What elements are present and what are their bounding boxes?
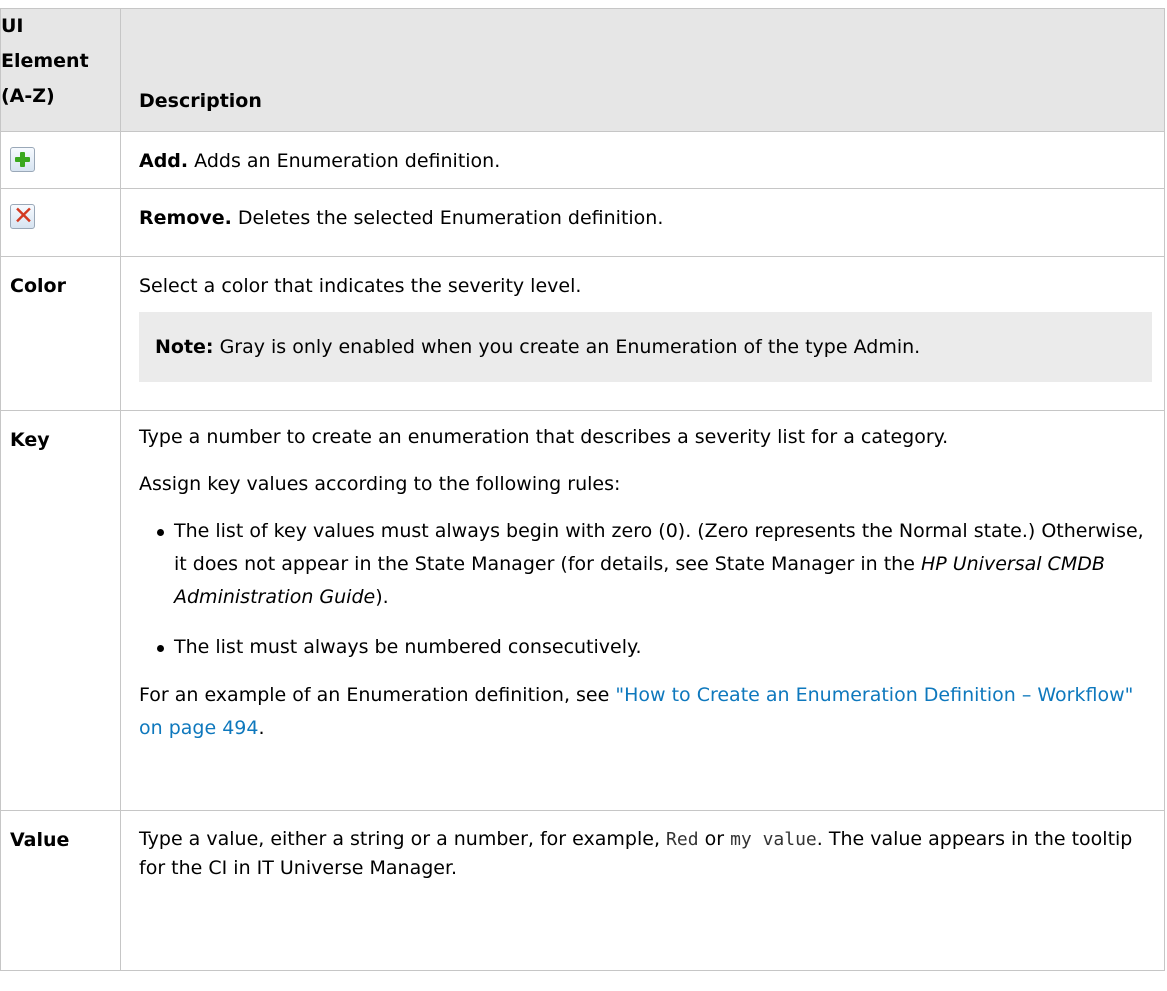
key-description: Type a number to create an enumeration t… bbox=[120, 410, 1165, 811]
example-end: . bbox=[258, 717, 265, 739]
value-description: Type a value, either a string or a numbe… bbox=[120, 810, 1165, 971]
header-description: Description bbox=[120, 8, 1165, 132]
add-description: Add. Adds an Enumeration definition. bbox=[120, 131, 1165, 189]
add-title: Add. bbox=[139, 150, 189, 172]
remove-icon: ✕ bbox=[10, 202, 35, 230]
key-label: Key bbox=[0, 410, 121, 811]
table-row-color: Color Select a color that indicates the … bbox=[0, 256, 1165, 411]
bullet2-text: The list must always be numbered consecu… bbox=[174, 636, 642, 658]
table-row-value: Value Type a value, either a string or a… bbox=[0, 810, 1165, 971]
table-row-add: Add. Adds an Enumeration definition. bbox=[0, 131, 1165, 189]
add-icon-cell bbox=[0, 131, 121, 189]
remove-icon-cell: ✕ bbox=[0, 188, 121, 257]
key-paragraph-1: Type a number to create an enumeration t… bbox=[139, 426, 949, 448]
list-item: The list of key values must always begin… bbox=[157, 515, 1152, 614]
key-paragraph-3: For an example of an Enumeration definit… bbox=[139, 679, 1152, 745]
value-code-my-value: my value bbox=[730, 829, 817, 850]
list-item: The list must always be numbered consecu… bbox=[157, 631, 1152, 664]
color-text: Select a color that indicates the severi… bbox=[139, 275, 582, 297]
remove-description: Remove. Deletes the selected Enumeration… bbox=[120, 188, 1165, 257]
bullet1-end: ). bbox=[375, 586, 389, 608]
color-description: Select a color that indicates the severi… bbox=[120, 256, 1165, 411]
header-ui-element: UI Element (A-Z) bbox=[0, 8, 121, 132]
header-col1-line3: (A-Z) bbox=[1, 85, 55, 107]
key-paragraph-2: Assign key values according to the follo… bbox=[139, 473, 621, 495]
color-name: Color bbox=[10, 275, 66, 297]
value-code-red: Red bbox=[666, 829, 699, 850]
table-row-remove: ✕ Remove. Deletes the selected Enumerati… bbox=[0, 188, 1165, 257]
remove-text: Deletes the selected Enumeration definit… bbox=[231, 207, 664, 229]
header-col1-line1: UI bbox=[1, 15, 24, 37]
value-name: Value bbox=[10, 829, 70, 851]
color-note: Note: Gray is only enabled when you crea… bbox=[139, 312, 1152, 382]
header-col1-line2: Element bbox=[1, 50, 89, 72]
ui-element-table: UI Element (A-Z) Description Add. Adds a… bbox=[0, 8, 1165, 971]
key-name: Key bbox=[10, 429, 50, 451]
value-label: Value bbox=[0, 810, 121, 971]
table-header-row: UI Element (A-Z) Description bbox=[0, 8, 1165, 132]
value-text-a: Type a value, either a string or a numbe… bbox=[139, 828, 667, 850]
note-text: Gray is only enabled when you create an … bbox=[213, 336, 921, 358]
value-text-b: or bbox=[698, 828, 731, 850]
note-label: Note: bbox=[155, 336, 214, 358]
table-row-key: Key Type a number to create an enumerati… bbox=[0, 410, 1165, 811]
color-label: Color bbox=[0, 256, 121, 411]
add-icon bbox=[10, 147, 35, 172]
remove-title: Remove. bbox=[139, 207, 232, 229]
add-text: Adds an Enumeration definition. bbox=[188, 150, 501, 172]
example-text: For an example of an Enumeration definit… bbox=[139, 684, 616, 706]
key-rules-list: The list of key values must always begin… bbox=[139, 515, 1152, 664]
